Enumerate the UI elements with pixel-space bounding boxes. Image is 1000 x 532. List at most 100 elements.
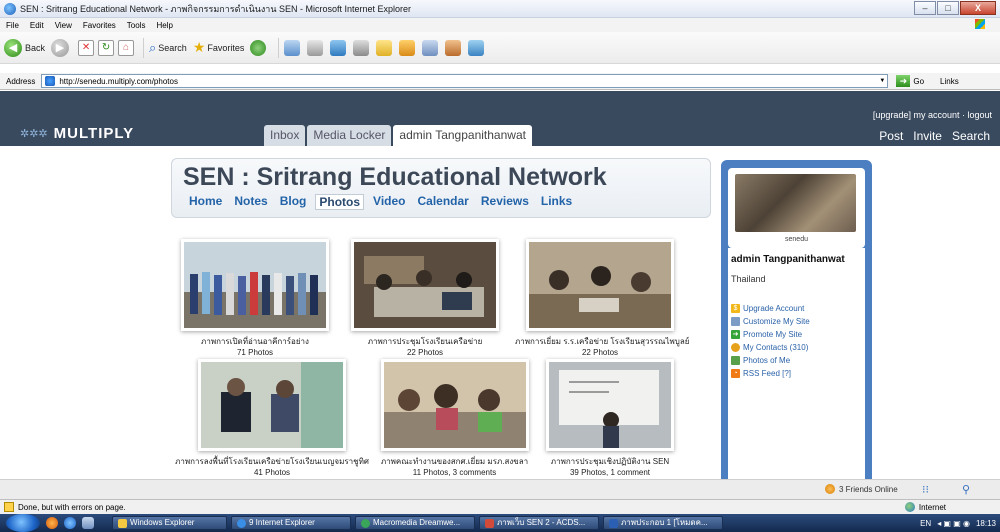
pencil-icon[interactable] [399,39,416,56]
album-count: 22 Photos [581,348,619,357]
menu-file[interactable]: File [6,21,19,30]
album-thumbnail[interactable] [380,359,529,451]
task-dreamweaver[interactable]: Macromedia Dreamwe... [355,516,475,530]
status-bar: Done, but with errors on page. Internet [0,499,1000,514]
chevron-down-icon[interactable]: ▼ [879,78,885,84]
address-url: http://senedu.multiply.com/photos [59,76,178,86]
album-title[interactable]: ภาพคณะทำงานของสกศ.เยี่ยม มรภ.สงขลา [372,455,537,468]
chat-icon[interactable]: ⁝⁝ [922,483,929,496]
task-document[interactable]: ภาพประกอบ 1 [โหมดค... [603,516,723,530]
discuss-icon[interactable] [353,39,370,56]
books-icon[interactable] [445,39,462,56]
site-title: SEN : Sritrang Educational Network [183,163,607,191]
photos-of-me-link[interactable]: Photos of Me [731,354,865,367]
nav-video[interactable]: Video [370,194,408,210]
nav-photos[interactable]: Photos [315,194,365,210]
avatar[interactable] [735,174,856,232]
nav-links[interactable]: Links [538,194,575,210]
close-button[interactable]: X [960,1,996,15]
nav-calendar[interactable]: Calendar [415,194,472,210]
album-thumbnail[interactable] [198,359,346,451]
print-icon[interactable] [307,39,324,56]
language-indicator[interactable]: EN [920,519,931,528]
album-item[interactable]: ภาพการเยี่ยม ร.ร.เครือข่าย โรงเรียนสุวรร… [515,239,689,357]
task-internet-explorer[interactable]: 9 Internet Explorer [231,516,351,530]
forward-button[interactable]: ▶ [51,38,72,57]
album-item[interactable]: ภาพการเปิดที่อ่านอาคีการ์อย่าง 71 Photos [175,239,335,357]
search-button[interactable]: ⌕ Search [149,40,187,56]
album-title[interactable]: ภาพการเยี่ยม ร.ร.เครือข่าย โรงเรียนสุวรร… [515,335,689,348]
photos-icon [731,356,740,365]
messenger-icon[interactable] [468,39,485,56]
task-label: Windows Explorer [130,518,195,527]
album-thumbnail[interactable] [181,239,329,331]
maximize-button[interactable]: □ [937,1,959,15]
desktop-icon[interactable] [82,517,94,529]
album-thumbnail[interactable] [526,239,674,331]
album-item[interactable]: ภาพการประชุมโรงเรียนเครือข่าย 22 Photos [345,239,505,357]
album-title[interactable]: ภาพการประชุมเชิงปฏิบัติงาน SEN [535,455,685,468]
favorites-button[interactable]: ★ Favorites [193,39,245,56]
menu-tools[interactable]: Tools [127,21,146,30]
links-button[interactable]: Links [940,77,959,86]
task-label: ภาพเว็บ SEN 2 - ACDS... [497,518,586,527]
task-label: 9 Internet Explorer [249,518,315,527]
nav-notes[interactable]: Notes [231,194,270,210]
home-icon[interactable]: ⌂ [118,39,135,56]
start-button[interactable] [6,514,40,532]
rss-feed-link[interactable]: ◔ RSS Feed [?] [731,367,865,380]
search-link[interactable]: Search [952,129,990,143]
album-thumbnail[interactable] [546,359,674,451]
nav-reviews[interactable]: Reviews [478,194,532,210]
warning-icon[interactable] [4,502,14,512]
tray-icons[interactable]: ◂ ▣ ▣ ◉ [937,519,970,528]
menu-view[interactable]: View [55,21,72,30]
menu-edit[interactable]: Edit [30,21,44,30]
upgrade-account-link[interactable]: $ Upgrade Account [731,302,865,315]
research-icon[interactable] [422,39,439,56]
minimize-button[interactable]: – [914,1,936,15]
my-contacts-link[interactable]: My Contacts (310) [731,341,865,354]
history-icon[interactable] [250,39,267,56]
menu-help[interactable]: Help [156,21,172,30]
pin-icon[interactable]: ⚲ [962,483,970,496]
go-button[interactable]: ➜ Go [896,75,924,87]
invite-link[interactable]: Invite [913,129,942,143]
refresh-icon[interactable]: ↻ [98,39,115,56]
album-title[interactable]: ภาพการเปิดที่อ่านอาคีการ์อย่าง [175,335,335,348]
folder-icon[interactable] [376,39,393,56]
stop-icon[interactable]: ✕ [78,39,95,56]
ie-icon[interactable] [64,517,76,529]
edit-icon[interactable] [330,39,347,56]
avatar-username[interactable]: senedu [728,236,865,243]
album-title[interactable]: ภาพการประชุมโรงเรียนเครือข่าย [345,335,505,348]
menu-favorites[interactable]: Favorites [83,21,116,30]
post-link[interactable]: Post [879,129,903,143]
tab-media-locker[interactable]: Media Locker [307,125,392,146]
clock[interactable]: 18:13 [976,519,996,528]
tab-inbox[interactable]: Inbox [264,125,306,146]
multiply-logo[interactable]: ✲✲✲ MULTIPLY [20,125,134,142]
acdsee-icon [485,518,494,528]
customize-site-link[interactable]: Customize My Site [731,315,865,328]
task-windows-explorer[interactable]: Windows Explorer [112,516,227,530]
album-item[interactable]: ภาพการลงพื้นที่โรงเรียนเครือข่ายโรงเรียน… [172,359,372,477]
nav-blog[interactable]: Blog [277,194,310,210]
account-links[interactable]: [upgrade] my account · logout [873,110,992,120]
album-item[interactable]: ภาพคณะทำงานของสกศ.เยี่ยม มรภ.สงขลา 11 Ph… [372,359,537,477]
promote-site-link[interactable]: ➜ Promote My Site [731,328,865,341]
task-acdsee[interactable]: ภาพเว็บ SEN 2 - ACDS... [479,516,599,530]
tab-admin[interactable]: admin Tangpanithanwat [393,125,532,146]
firefox-icon[interactable] [46,517,58,529]
album-title[interactable]: ภาพการลงพื้นที่โรงเรียนเครือข่ายโรงเรียน… [172,455,372,468]
album-item[interactable]: ภาพการประชุมเชิงปฏิบัติงาน SEN 39 Photos… [535,359,685,477]
logo-mark-icon: ✲✲✲ [20,128,48,140]
nav-home[interactable]: Home [186,194,225,210]
album-count: 11 Photos, 3 comments [412,468,497,477]
ie-icon [237,518,246,528]
album-thumbnail[interactable] [351,239,499,331]
friends-online[interactable]: 3 Friends Online [825,484,898,494]
address-input[interactable]: http://senedu.multiply.com/photos ▼ [41,74,889,88]
mail-icon[interactable] [284,39,301,56]
back-button[interactable]: ◀ Back [4,38,45,57]
